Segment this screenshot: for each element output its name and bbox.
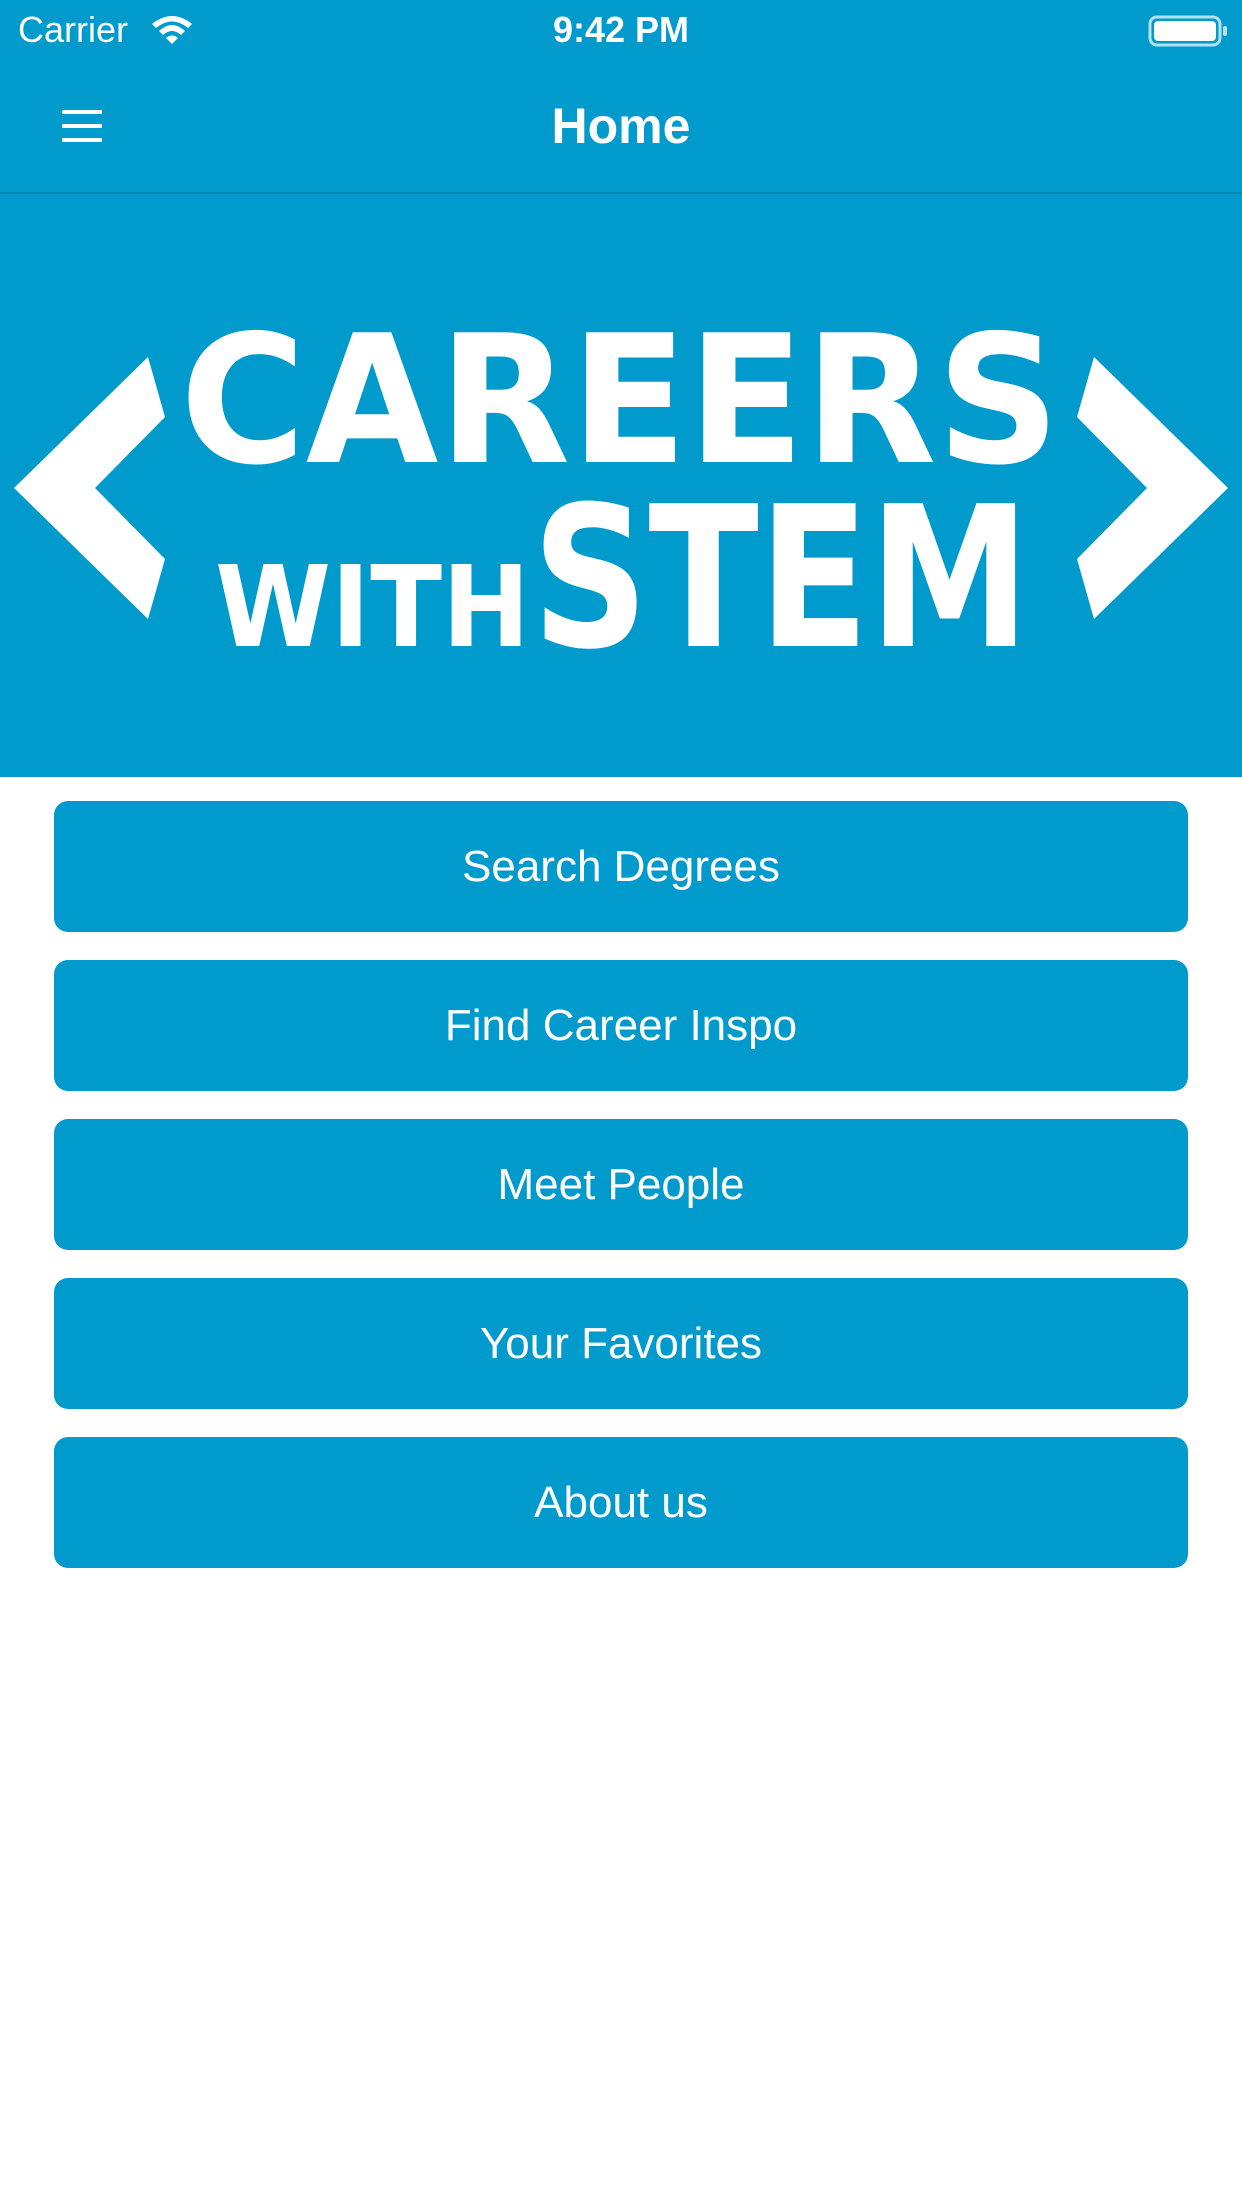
battery-icon [1148, 15, 1227, 47]
status-bar: Carrier 9:42 PM [0, 0, 1242, 60]
careers-with-stem-logo: CAREERS WITH STEM [14, 297, 1228, 693]
search-degrees-button[interactable]: Search Degrees [54, 801, 1188, 932]
careers-with-stem-banner: CAREERS WITH STEM [0, 194, 1242, 777]
carrier-label: Carrier [18, 9, 129, 50]
left-chevron-icon [14, 357, 165, 619]
wifi-icon [152, 16, 192, 44]
logo-stem-text: STEM [532, 465, 1030, 693]
home-menu-list: Search Degrees Find Career Inspo Meet Pe… [54, 801, 1188, 1596]
hamburger-menu-icon [62, 110, 102, 142]
home-screen: Carrier 9:42 PM Home CAREERS WITH STEM S… [0, 0, 1242, 2208]
hamburger-menu-button[interactable] [40, 90, 124, 162]
page-title: Home [551, 98, 691, 154]
navigation-bar: Home [0, 60, 1242, 194]
find-career-inspo-button[interactable]: Find Career Inspo [54, 960, 1188, 1091]
your-favorites-button[interactable]: Your Favorites [54, 1278, 1188, 1409]
about-us-button[interactable]: About us [54, 1437, 1188, 1568]
logo-with-text: WITH [215, 543, 530, 673]
meet-people-button[interactable]: Meet People [54, 1119, 1188, 1250]
right-chevron-icon [1077, 357, 1228, 619]
